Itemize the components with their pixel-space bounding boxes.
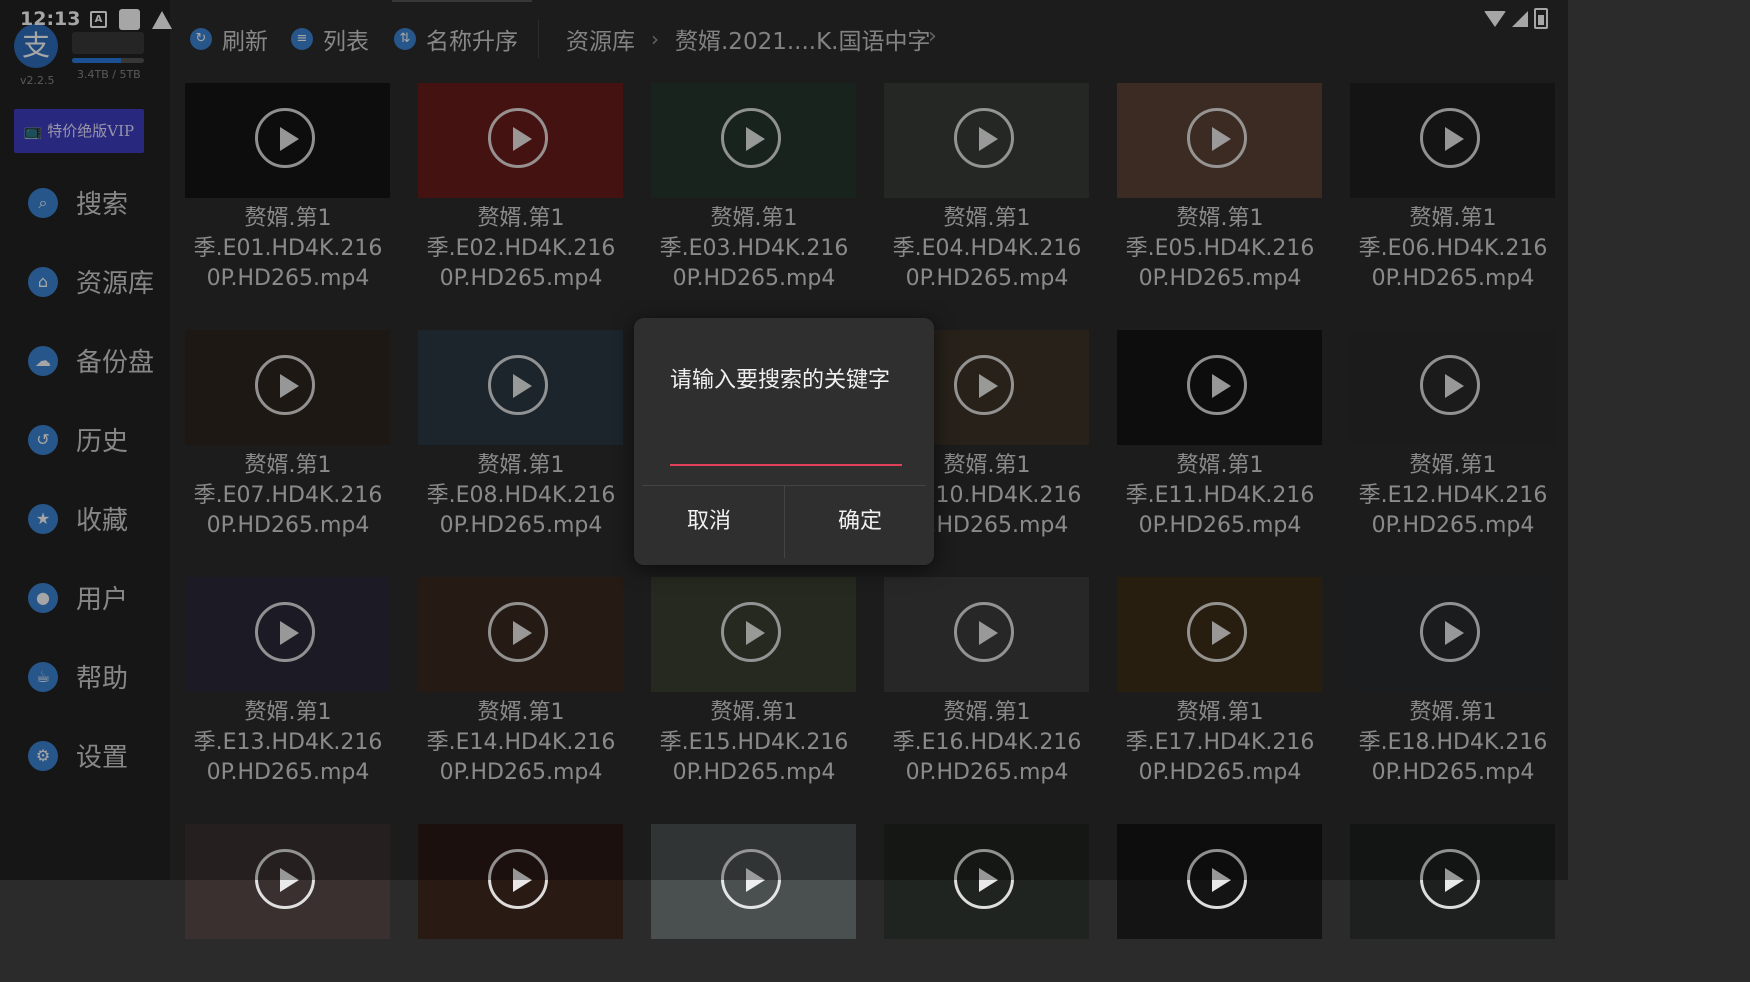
confirm-button[interactable]: 确定 (785, 486, 935, 558)
search-keyword-input[interactable] (670, 428, 902, 466)
dialog-title: 请输入要搜索的关键字 (670, 368, 891, 393)
search-dialog: 请输入要搜索的关键字 取消 确定 (634, 318, 934, 565)
cancel-button[interactable]: 取消 (634, 486, 784, 558)
